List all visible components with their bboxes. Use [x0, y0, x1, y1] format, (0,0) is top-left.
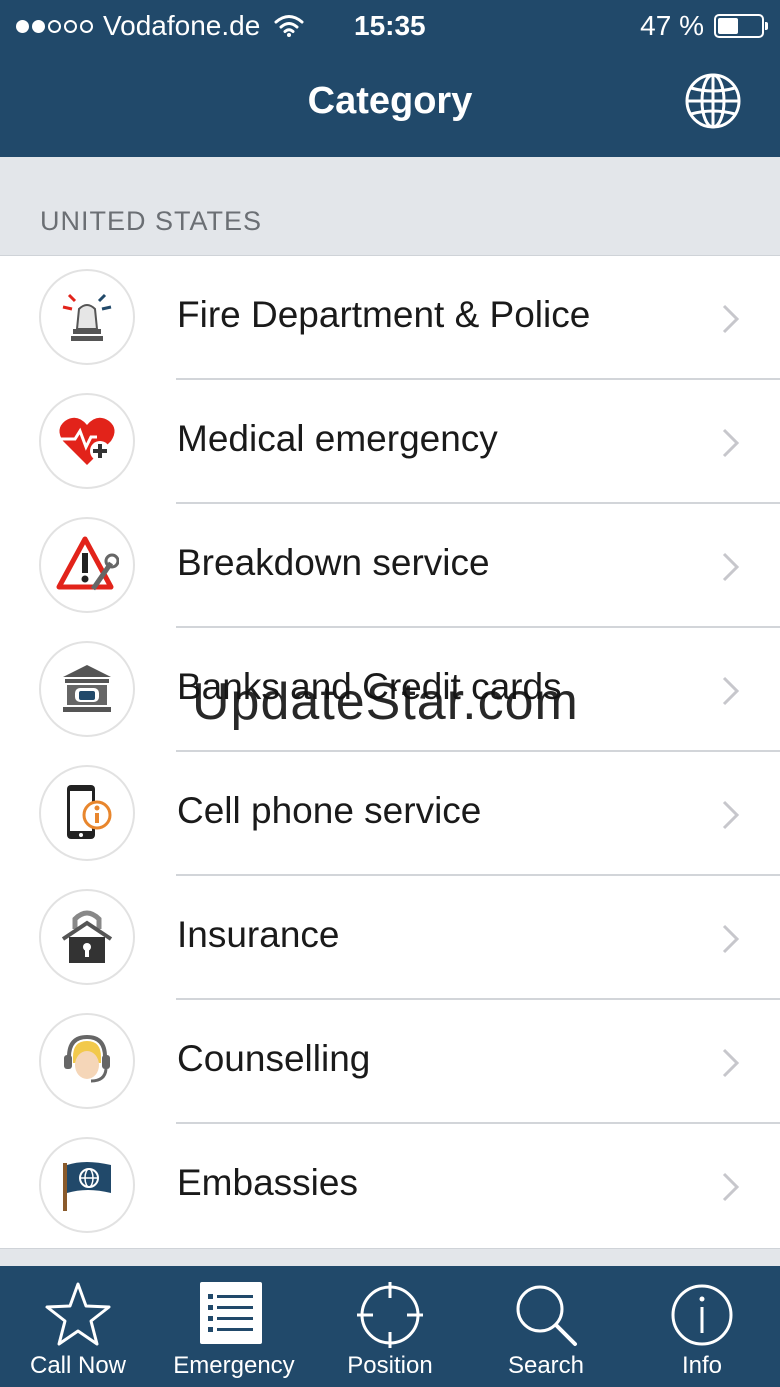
clock: 15:35 [354, 10, 426, 41]
category-row-cell-phone[interactable]: Cell phone service [0, 752, 780, 876]
tab-bar: Call Now Emergency Position Search Info [0, 1266, 780, 1387]
tab-emergency[interactable]: Emergency [156, 1266, 312, 1387]
battery-indicator: 47 % [640, 10, 768, 42]
chevron-right-icon [722, 676, 740, 706]
category-label: Cell phone service [177, 790, 482, 831]
phone-info-icon [39, 765, 135, 861]
bank-icon [39, 641, 135, 737]
navigation-header: Vodafone.de 15:35 47 % Category [0, 0, 780, 157]
battery-icon [714, 14, 768, 38]
tab-position[interactable]: Position [312, 1266, 468, 1387]
chevron-right-icon [722, 924, 740, 954]
category-row-counselling[interactable]: Counselling [0, 1000, 780, 1124]
category-row-insurance[interactable]: Insurance [0, 876, 780, 1000]
signal-icon [16, 19, 93, 33]
tab-label: Position [347, 1352, 433, 1379]
watermark: UpdateStar.com [192, 673, 579, 731]
crosshair-icon [357, 1282, 423, 1348]
category-row-fire-police[interactable]: Fire Department & Police [0, 256, 780, 380]
category-label: Medical emergency [177, 418, 498, 459]
category-label: Breakdown service [177, 542, 490, 583]
category-row-medical[interactable]: Medical emergency [0, 380, 780, 504]
category-label: Insurance [177, 914, 340, 955]
category-list: Fire Department & Police Medical emergen… [0, 255, 780, 1249]
battery-percent: 47 % [640, 10, 704, 41]
category-row-embassies[interactable]: Embassies [0, 1124, 780, 1248]
warning-wrench-icon [39, 517, 135, 613]
heart-medical-icon [39, 393, 135, 489]
tab-label: Call Now [29, 1352, 127, 1379]
siren-icon [39, 269, 135, 365]
tab-call-now[interactable]: Call Now [0, 1266, 156, 1387]
category-label: Embassies [177, 1162, 358, 1203]
headset-person-icon [39, 1013, 135, 1109]
wifi-icon [274, 15, 304, 37]
chevron-right-icon [722, 552, 740, 582]
tab-label: Info [681, 1352, 723, 1379]
star-icon [45, 1282, 111, 1346]
category-label: Counselling [177, 1038, 371, 1079]
category-row-breakdown[interactable]: Breakdown service [0, 504, 780, 628]
globe-icon[interactable] [684, 72, 742, 130]
section-header: UNITED STATES [40, 206, 263, 236]
tab-info[interactable]: Info [624, 1266, 780, 1387]
tab-label: Search [507, 1352, 585, 1379]
list-icon [200, 1282, 262, 1344]
tab-search[interactable]: Search [468, 1266, 624, 1387]
page-title: Category [307, 80, 473, 122]
chevron-right-icon [722, 428, 740, 458]
tab-label: Emergency [173, 1352, 295, 1379]
chevron-right-icon [722, 304, 740, 334]
chevron-right-icon [722, 800, 740, 830]
house-lock-icon [39, 889, 135, 985]
category-label: Fire Department & Police [177, 294, 591, 335]
status-bar: Vodafone.de 15:35 47 % [0, 0, 780, 52]
chevron-right-icon [722, 1172, 740, 1202]
flag-globe-icon [39, 1137, 135, 1233]
info-icon [671, 1284, 733, 1346]
chevron-right-icon [722, 1048, 740, 1078]
carrier-name: Vodafone.de [103, 10, 261, 41]
search-icon [516, 1285, 577, 1346]
carrier: Vodafone.de [16, 10, 304, 42]
